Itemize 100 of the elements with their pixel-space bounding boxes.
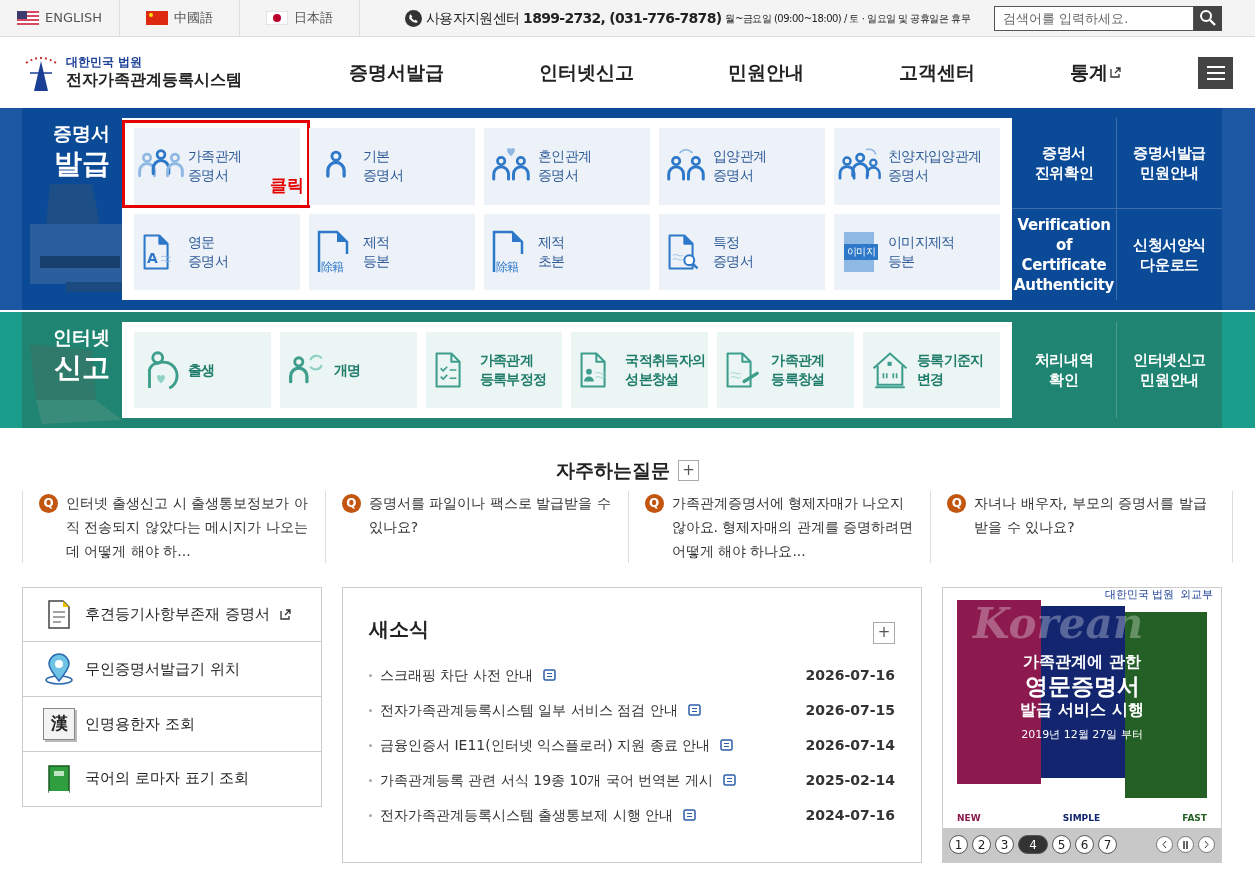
previous-button[interactable] bbox=[1156, 836, 1173, 853]
hanja-book-icon: 漢 bbox=[43, 707, 75, 740]
news-link[interactable]: 금융인증서 IE11(인터넷 익스플로러) 지원 종료 안내 bbox=[380, 734, 710, 756]
banner-feature: SIMPLE bbox=[1062, 812, 1101, 825]
news-title: 새소식 bbox=[369, 615, 429, 643]
certificate-tile[interactable]: 친양자입양관계 증명서 bbox=[834, 128, 1000, 205]
service-link[interactable]: 국어의 로마자 표기 조회 bbox=[23, 751, 321, 806]
menu-button[interactable] bbox=[1198, 56, 1233, 89]
nav-link[interactable]: 인터넷신고 bbox=[538, 58, 634, 87]
news-date: 2025-02-14 bbox=[805, 770, 895, 790]
slide-page-button[interactable]: 2 bbox=[972, 835, 991, 854]
service-link[interactable]: 漢 인명용한자 조회 bbox=[23, 697, 321, 752]
certificate-tile[interactable]: 입양관계 증명서 bbox=[659, 128, 825, 205]
pause-button[interactable] bbox=[1177, 836, 1194, 853]
quick-link[interactable]: 인터넷신고 민원안내 bbox=[1117, 322, 1222, 418]
next-button[interactable] bbox=[1198, 836, 1215, 853]
certificate-tile[interactable]: 특정 증명서 bbox=[659, 213, 825, 290]
faq-question[interactable]: 증명서를 파일이나 팩스로 발급받을 수 있나요? bbox=[368, 490, 614, 563]
banner-feature: NEW bbox=[957, 812, 981, 825]
system-name: 전자가족관계등록시스템 bbox=[66, 70, 242, 90]
certificate-tile[interactable]: A 영문 증명서 bbox=[134, 213, 300, 290]
language-link[interactable]: ENGLISH bbox=[0, 0, 120, 36]
faq-more-button[interactable]: + bbox=[678, 459, 699, 481]
report-tile[interactable]: 개명 bbox=[279, 332, 417, 408]
banner-logo-text: 외교부 bbox=[1180, 587, 1213, 601]
certificate-tile[interactable]: 除籍 제적 초본 bbox=[484, 213, 650, 290]
slide-page-button[interactable]: 6 bbox=[1075, 835, 1094, 854]
report-tile[interactable]: 국적취득자의 성본창설 bbox=[571, 332, 709, 408]
search-button[interactable] bbox=[1194, 5, 1222, 31]
search-icon bbox=[1199, 9, 1217, 27]
news-date: 2026-07-15 bbox=[805, 700, 895, 720]
document-icon bbox=[722, 774, 736, 786]
support-phone: 1899-2732, (031-776-7878) bbox=[523, 8, 722, 28]
document-icon bbox=[687, 704, 701, 716]
court-name: 대한민국 법원 bbox=[66, 55, 144, 70]
certificate-tile[interactable]: 혼인관계 증명서 bbox=[484, 128, 650, 205]
document-icon bbox=[543, 669, 557, 681]
language-link[interactable]: 日本語 bbox=[240, 0, 360, 36]
service-link[interactable]: 후견등기사항부존재 증명서 bbox=[23, 587, 321, 643]
report-tile[interactable]: 가족관계 등록창설 bbox=[717, 332, 855, 408]
news-link[interactable]: 전자가족관계등록시스템 출생통보제 시행 안내 bbox=[380, 804, 674, 826]
banner-headline: 영문증명서 bbox=[1024, 671, 1140, 701]
search-field[interactable]: 검색어를 입력하세요. bbox=[994, 5, 1194, 31]
news-link[interactable]: 가족관계등록 관련 서식 19종 10개 국어 번역본 게시 bbox=[380, 769, 713, 791]
question-mark-badge: Q bbox=[341, 493, 361, 513]
menu-icon bbox=[1206, 65, 1225, 80]
faq-question[interactable]: 자녀나 배우자, 부모의 증명서를 발급 받을 수 있나요? bbox=[974, 490, 1218, 563]
faq-question[interactable]: 가족관계증명서에 형제자매가 나오지 않아요. 형제자매의 관계를 증명하려면 어떻게 해야 하나요... bbox=[671, 490, 917, 563]
certificate-tile[interactable]: 기본 증명서 bbox=[309, 128, 475, 205]
nav-link[interactable]: 증명서발급 bbox=[349, 58, 445, 87]
slide-page-button[interactable]: 3 bbox=[995, 835, 1014, 854]
language-link[interactable]: 中國語 bbox=[120, 0, 240, 36]
slide-page-button[interactable]: 7 bbox=[1098, 835, 1117, 854]
faq-question[interactable]: 인터넷 출생신고 시 출생통보정보가 아직 전송되지 않았다는 메시지가 나오는데 어떻게 해야 하... bbox=[66, 490, 311, 563]
section-title: 발급 bbox=[54, 145, 110, 181]
flag-icon bbox=[266, 11, 288, 25]
flag-icon bbox=[146, 11, 168, 25]
banner-feature: FAST bbox=[1182, 812, 1207, 825]
question-mark-badge: Q bbox=[947, 493, 967, 513]
section-title: 신고 bbox=[54, 349, 110, 385]
flag-icon bbox=[16, 11, 39, 25]
news-link[interactable]: 전자가족관계등록시스템 일부 서비스 점검 안내 bbox=[380, 699, 678, 721]
service-link[interactable]: 무인증명서발급기 위치 bbox=[23, 642, 321, 697]
quick-link[interactable]: 신청서양식 다운로드 bbox=[1117, 209, 1222, 300]
nav-link[interactable]: 고객센터 bbox=[899, 58, 976, 87]
nav-link[interactable]: 민원안내 bbox=[728, 58, 805, 87]
pause-icon bbox=[1182, 840, 1189, 849]
news-date: 2026-07-16 bbox=[805, 665, 895, 685]
section-subtitle: 증명서 bbox=[53, 122, 110, 146]
news-more-button[interactable]: + bbox=[873, 621, 895, 644]
certificate-tile[interactable]: 除籍 제적 등본 bbox=[309, 213, 475, 290]
banner-headline: 발급 서비스 시행 bbox=[1020, 700, 1144, 721]
phone-icon bbox=[405, 9, 422, 27]
report-tile[interactable]: 출생 bbox=[134, 332, 271, 408]
quick-link[interactable]: Verification of Certificate Authenticity bbox=[1012, 209, 1117, 300]
chevron-right-icon bbox=[1203, 840, 1210, 849]
chevron-left-icon bbox=[1161, 840, 1168, 849]
news-link[interactable]: 스크래핑 차단 사전 안내 bbox=[380, 664, 534, 686]
news-date: 2024-07-16 bbox=[805, 805, 895, 825]
quick-link[interactable]: 증명서 진위확인 bbox=[1012, 118, 1117, 209]
map-pin-icon bbox=[43, 653, 75, 686]
report-tile[interactable]: 가족관계 등록부정정 bbox=[425, 332, 563, 408]
news-date: 2026-07-14 bbox=[805, 735, 895, 755]
nav-link[interactable]: 통계 bbox=[1069, 58, 1121, 87]
slide-page-button[interactable]: 4 bbox=[1018, 835, 1048, 854]
question-mark-badge: Q bbox=[644, 493, 664, 513]
support-hours: 월~금요일 (09:00~18:00) / 토 · 일요일 및 공휴일은 휴무 bbox=[725, 11, 971, 26]
question-mark-badge: Q bbox=[39, 493, 58, 513]
document-icon bbox=[683, 809, 697, 821]
support-label: 사용자지원센터 bbox=[426, 8, 520, 28]
section-subtitle: 인터넷 bbox=[53, 326, 110, 350]
banner-headline: 가족관계에 관한 bbox=[1023, 651, 1141, 672]
slide-page-button[interactable]: 1 bbox=[949, 835, 968, 854]
quick-link[interactable]: 처리내역 확인 bbox=[1012, 322, 1117, 418]
banner-logo-text: 대한민국 법원 bbox=[1104, 587, 1174, 601]
slide-page-button[interactable]: 5 bbox=[1052, 835, 1071, 854]
report-tile[interactable]: 등록기준지 변경 bbox=[863, 332, 1000, 408]
document-icon bbox=[719, 739, 733, 751]
banner-date: 2019년 12월 27일 부터 bbox=[1021, 728, 1143, 742]
faq-title: 자주하는질문 bbox=[556, 458, 670, 483]
